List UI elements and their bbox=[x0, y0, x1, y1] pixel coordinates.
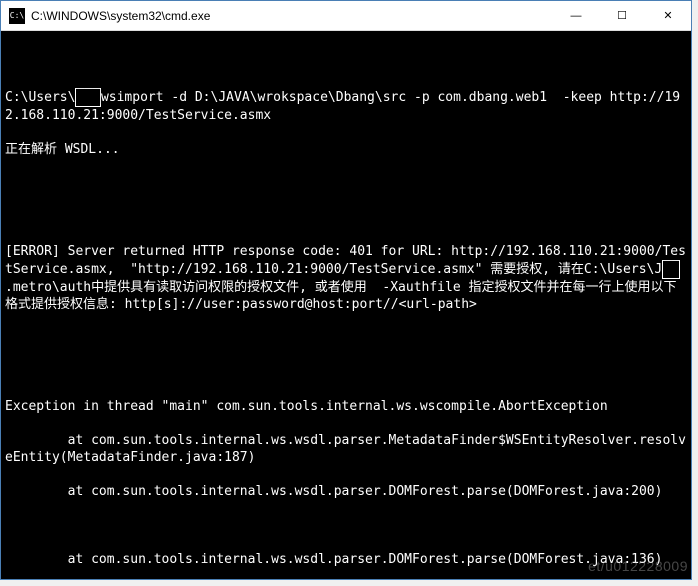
stacktrace-line: at com.sun.tools.internal.ws.wsdl.parser… bbox=[5, 483, 687, 500]
minimize-button[interactable]: — bbox=[553, 1, 599, 30]
console-text: wsimport -d D:\JAVA\wrokspace\Dbang\src … bbox=[5, 90, 680, 123]
titlebar: C:\ C:\WINDOWS\system32\cmd.exe — ☐ ✕ bbox=[1, 1, 691, 31]
window-controls: — ☐ ✕ bbox=[553, 1, 691, 30]
window-title: C:\WINDOWS\system32\cmd.exe bbox=[31, 9, 553, 23]
stacktrace-line: at com.sun.tools.internal.ws.wsdl.parser… bbox=[5, 432, 687, 466]
stacktrace-line: at com.sun.tools.internal.ws.wsdl.parser… bbox=[5, 551, 687, 568]
console-text: [ERROR] Server returned HTTP response co… bbox=[5, 244, 686, 277]
maximize-button[interactable]: ☐ bbox=[599, 1, 645, 30]
redacted-block: ███ bbox=[75, 88, 100, 107]
redacted-block: ██ bbox=[662, 260, 680, 279]
console-text: C:\Users\ bbox=[5, 90, 75, 105]
console-output[interactable]: C:\Users\███wsimport -d D:\JAVA\wrokspac… bbox=[1, 31, 691, 579]
console-text: .metro\auth中提供具有读取访问权限的授权文件, 或者使用 -Xauth… bbox=[5, 280, 677, 312]
cmd-icon: C:\ bbox=[9, 8, 25, 24]
cmd-icon-label: C:\ bbox=[10, 11, 24, 20]
console-error-line: [ERROR] Server returned HTTP response co… bbox=[5, 243, 687, 313]
cmd-window: C:\ C:\WINDOWS\system32\cmd.exe — ☐ ✕ C:… bbox=[0, 0, 692, 580]
close-button[interactable]: ✕ bbox=[645, 1, 691, 30]
stacktrace-line: Exception in thread "main" com.sun.tools… bbox=[5, 398, 687, 415]
console-line: 正在解析 WSDL... bbox=[5, 141, 687, 158]
console-line: C:\Users\███wsimport -d D:\JAVA\wrokspac… bbox=[5, 88, 687, 124]
